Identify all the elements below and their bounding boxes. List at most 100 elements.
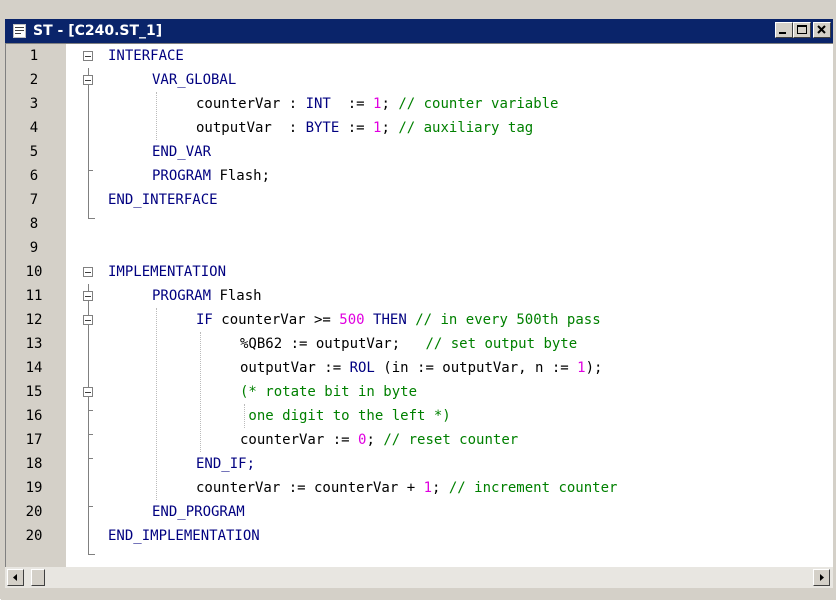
minimize-button[interactable]: [775, 22, 793, 38]
line-number: 4: [29, 120, 39, 136]
line-number: 5: [29, 144, 39, 160]
line-number: 13: [25, 336, 43, 352]
code-line-18[interactable]: counterVar := counterVar + 1; // increme…: [196, 476, 617, 500]
line-number: 2: [29, 72, 39, 88]
code-text: %QB62 := outputVar;: [240, 336, 426, 352]
code-text: Flash: [211, 288, 262, 304]
scroll-thumb[interactable]: [31, 569, 45, 586]
comment: // counter variable: [398, 96, 559, 112]
code-line-12[interactable]: %QB62 := outputVar; // set output byte: [240, 332, 577, 356]
code-line-6[interactable]: PROGRAM Flash;: [152, 164, 270, 188]
window-title: ST - [C240.ST_1]: [33, 23, 163, 39]
code-text: ;: [366, 432, 384, 448]
code-text: outputVar :: [196, 120, 306, 136]
line-number: 20: [25, 528, 43, 544]
keyword: BYTE: [305, 120, 340, 136]
line-number: 3: [29, 96, 39, 112]
line-number: 17: [25, 432, 43, 448]
code-text: outputVar :=: [240, 360, 350, 376]
comment: one digit to the left *): [240, 408, 451, 424]
code-line-4[interactable]: outputVar : BYTE := 1; // auxiliary tag: [196, 116, 533, 140]
code-text: :=: [330, 96, 374, 112]
line-number: 11: [25, 288, 43, 304]
keyword: VAR_GLOBAL: [152, 72, 237, 88]
line-number: 8: [29, 216, 39, 232]
code-text: :=: [339, 120, 374, 136]
comment: (* rotate bit in byte: [240, 384, 418, 400]
restore-button[interactable]: [793, 22, 811, 38]
code-text: ;: [381, 120, 399, 136]
code-editor[interactable]: 1 2 3 4 5 6 7 8 9 10 11 12 13 14 15 16 1…: [5, 43, 833, 567]
line-number: 7: [29, 192, 39, 208]
left-arrow-icon: [13, 574, 17, 581]
title-bar[interactable]: ST - [C240.ST_1]: [5, 19, 833, 43]
code-line-11[interactable]: IF counterVar >= 500 THEN // in every 50…: [196, 308, 601, 332]
code-line-7[interactable]: END_INTERFACE: [108, 188, 218, 212]
code-line-15[interactable]: one digit to the left *): [240, 404, 451, 428]
scroll-left-button[interactable]: [7, 569, 24, 586]
code-text: counterVar :: [196, 96, 306, 112]
code-text: Flash;: [211, 168, 271, 184]
code-line-19[interactable]: END_PROGRAM: [152, 500, 245, 524]
scroll-right-button[interactable]: [813, 569, 830, 586]
line-number: 12: [25, 312, 43, 328]
comment: // in every 500th pass: [415, 312, 601, 328]
keyword: IF: [196, 312, 213, 328]
close-icon: [817, 25, 826, 34]
code-text: (in := outputVar, n :=: [374, 360, 578, 376]
code-line-10[interactable]: PROGRAM Flash: [152, 284, 262, 308]
line-number: 6: [29, 168, 39, 184]
comment: // set output byte: [425, 336, 578, 352]
keyword: END_IF;: [196, 456, 256, 472]
document-icon: [13, 24, 26, 38]
code-text: counterVar :=: [240, 432, 359, 448]
code-text: ;: [381, 96, 399, 112]
code-line-3[interactable]: counterVar : INT := 1; // counter variab…: [196, 92, 558, 116]
keyword: END_PROGRAM: [152, 504, 245, 520]
code-line-13[interactable]: outputVar := ROL (in := outputVar, n := …: [240, 356, 602, 380]
keyword: INTERFACE: [108, 48, 184, 64]
line-number: 19: [25, 480, 43, 496]
code-line-2[interactable]: VAR_GLOBAL: [152, 68, 236, 92]
keyword: END_VAR: [152, 144, 212, 160]
code-text: counterVar := counterVar +: [196, 480, 424, 496]
keyword: IMPLEMENTATION: [108, 264, 227, 280]
code-line-14[interactable]: (* rotate bit in byte: [240, 380, 417, 404]
keyword: PROGRAM: [152, 288, 212, 304]
line-number: 14: [25, 360, 43, 376]
line-number: 18: [25, 456, 43, 472]
line-number: 1: [29, 48, 39, 64]
line-number: 16: [25, 408, 43, 424]
restore-icon: [797, 25, 807, 34]
code-line-16[interactable]: counterVar := 0; // reset counter: [240, 428, 518, 452]
code-text: counterVar >=: [212, 312, 340, 328]
right-arrow-icon: [820, 574, 824, 581]
window-bottom-border: [1, 588, 836, 600]
line-number: 15: [25, 384, 43, 400]
keyword: PROGRAM: [152, 168, 212, 184]
comment: // reset counter: [383, 432, 519, 448]
code-text: ;: [432, 480, 449, 496]
number-literal: 1: [577, 360, 586, 376]
fold-end-line: [88, 554, 95, 555]
line-number: 20: [25, 504, 43, 520]
comment: // auxiliary tag: [398, 120, 534, 136]
keyword: INT: [305, 96, 331, 112]
keyword: ROL: [349, 360, 375, 376]
line-number: 10: [25, 264, 43, 280]
code-line-17[interactable]: END_IF;: [196, 452, 255, 476]
horizontal-scrollbar[interactable]: [5, 567, 833, 588]
code-line-1[interactable]: INTERFACE: [108, 44, 184, 68]
code-line-5[interactable]: END_VAR: [152, 140, 211, 164]
close-button[interactable]: [813, 22, 831, 38]
editor-window: ST - [C240.ST_1] 1 2 3 4 5 6 7 8 9 10 11…: [0, 0, 836, 600]
code-line-9[interactable]: IMPLEMENTATION: [108, 260, 226, 284]
minimize-icon: [779, 32, 786, 34]
number-literal: 1: [423, 480, 433, 496]
number-literal: 500: [339, 312, 365, 328]
line-number: 9: [29, 240, 39, 256]
comment: // increment counter: [448, 480, 618, 496]
keyword: END_INTERFACE: [108, 192, 218, 208]
